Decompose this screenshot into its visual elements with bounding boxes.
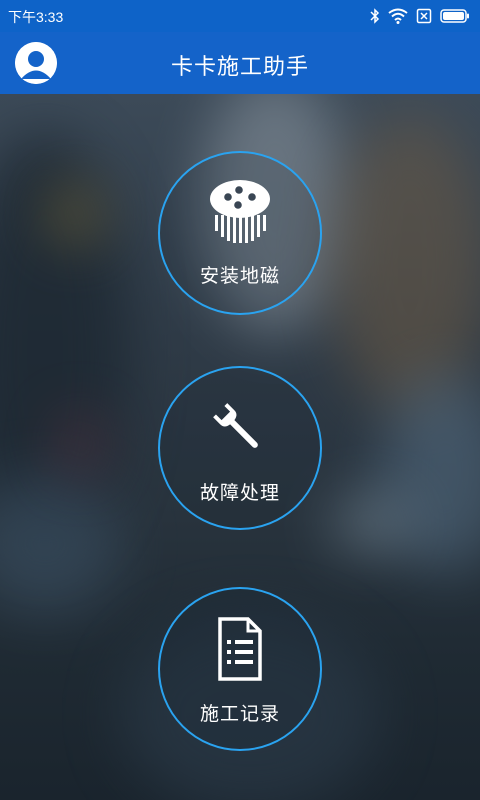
status-icons (370, 6, 470, 26)
fault-handling-label: 故障处理 (199, 482, 280, 504)
wrench-icon (208, 398, 272, 466)
construction-records-label: 施工记录 (199, 703, 280, 725)
battery-icon (440, 9, 470, 23)
install-magnetometer-button[interactable]: 安装地磁 (158, 151, 322, 315)
no-sim-icon (416, 8, 432, 24)
status-time: 下午3:33 (8, 9, 64, 25)
app-bar: 卡卡施工助手 (0, 32, 480, 94)
bluetooth-icon (370, 8, 380, 24)
document-icon (214, 617, 266, 687)
page-title: 卡卡施工助手 (170, 55, 309, 80)
fault-handling-button[interactable]: 故障处理 (158, 366, 322, 530)
status-bar: 下午3:33 (0, 0, 480, 32)
sensor-icon (204, 177, 276, 253)
construction-records-button[interactable]: 施工记录 (158, 587, 322, 751)
wifi-icon (388, 8, 408, 24)
install-magnetometer-label: 安装地磁 (199, 265, 280, 287)
